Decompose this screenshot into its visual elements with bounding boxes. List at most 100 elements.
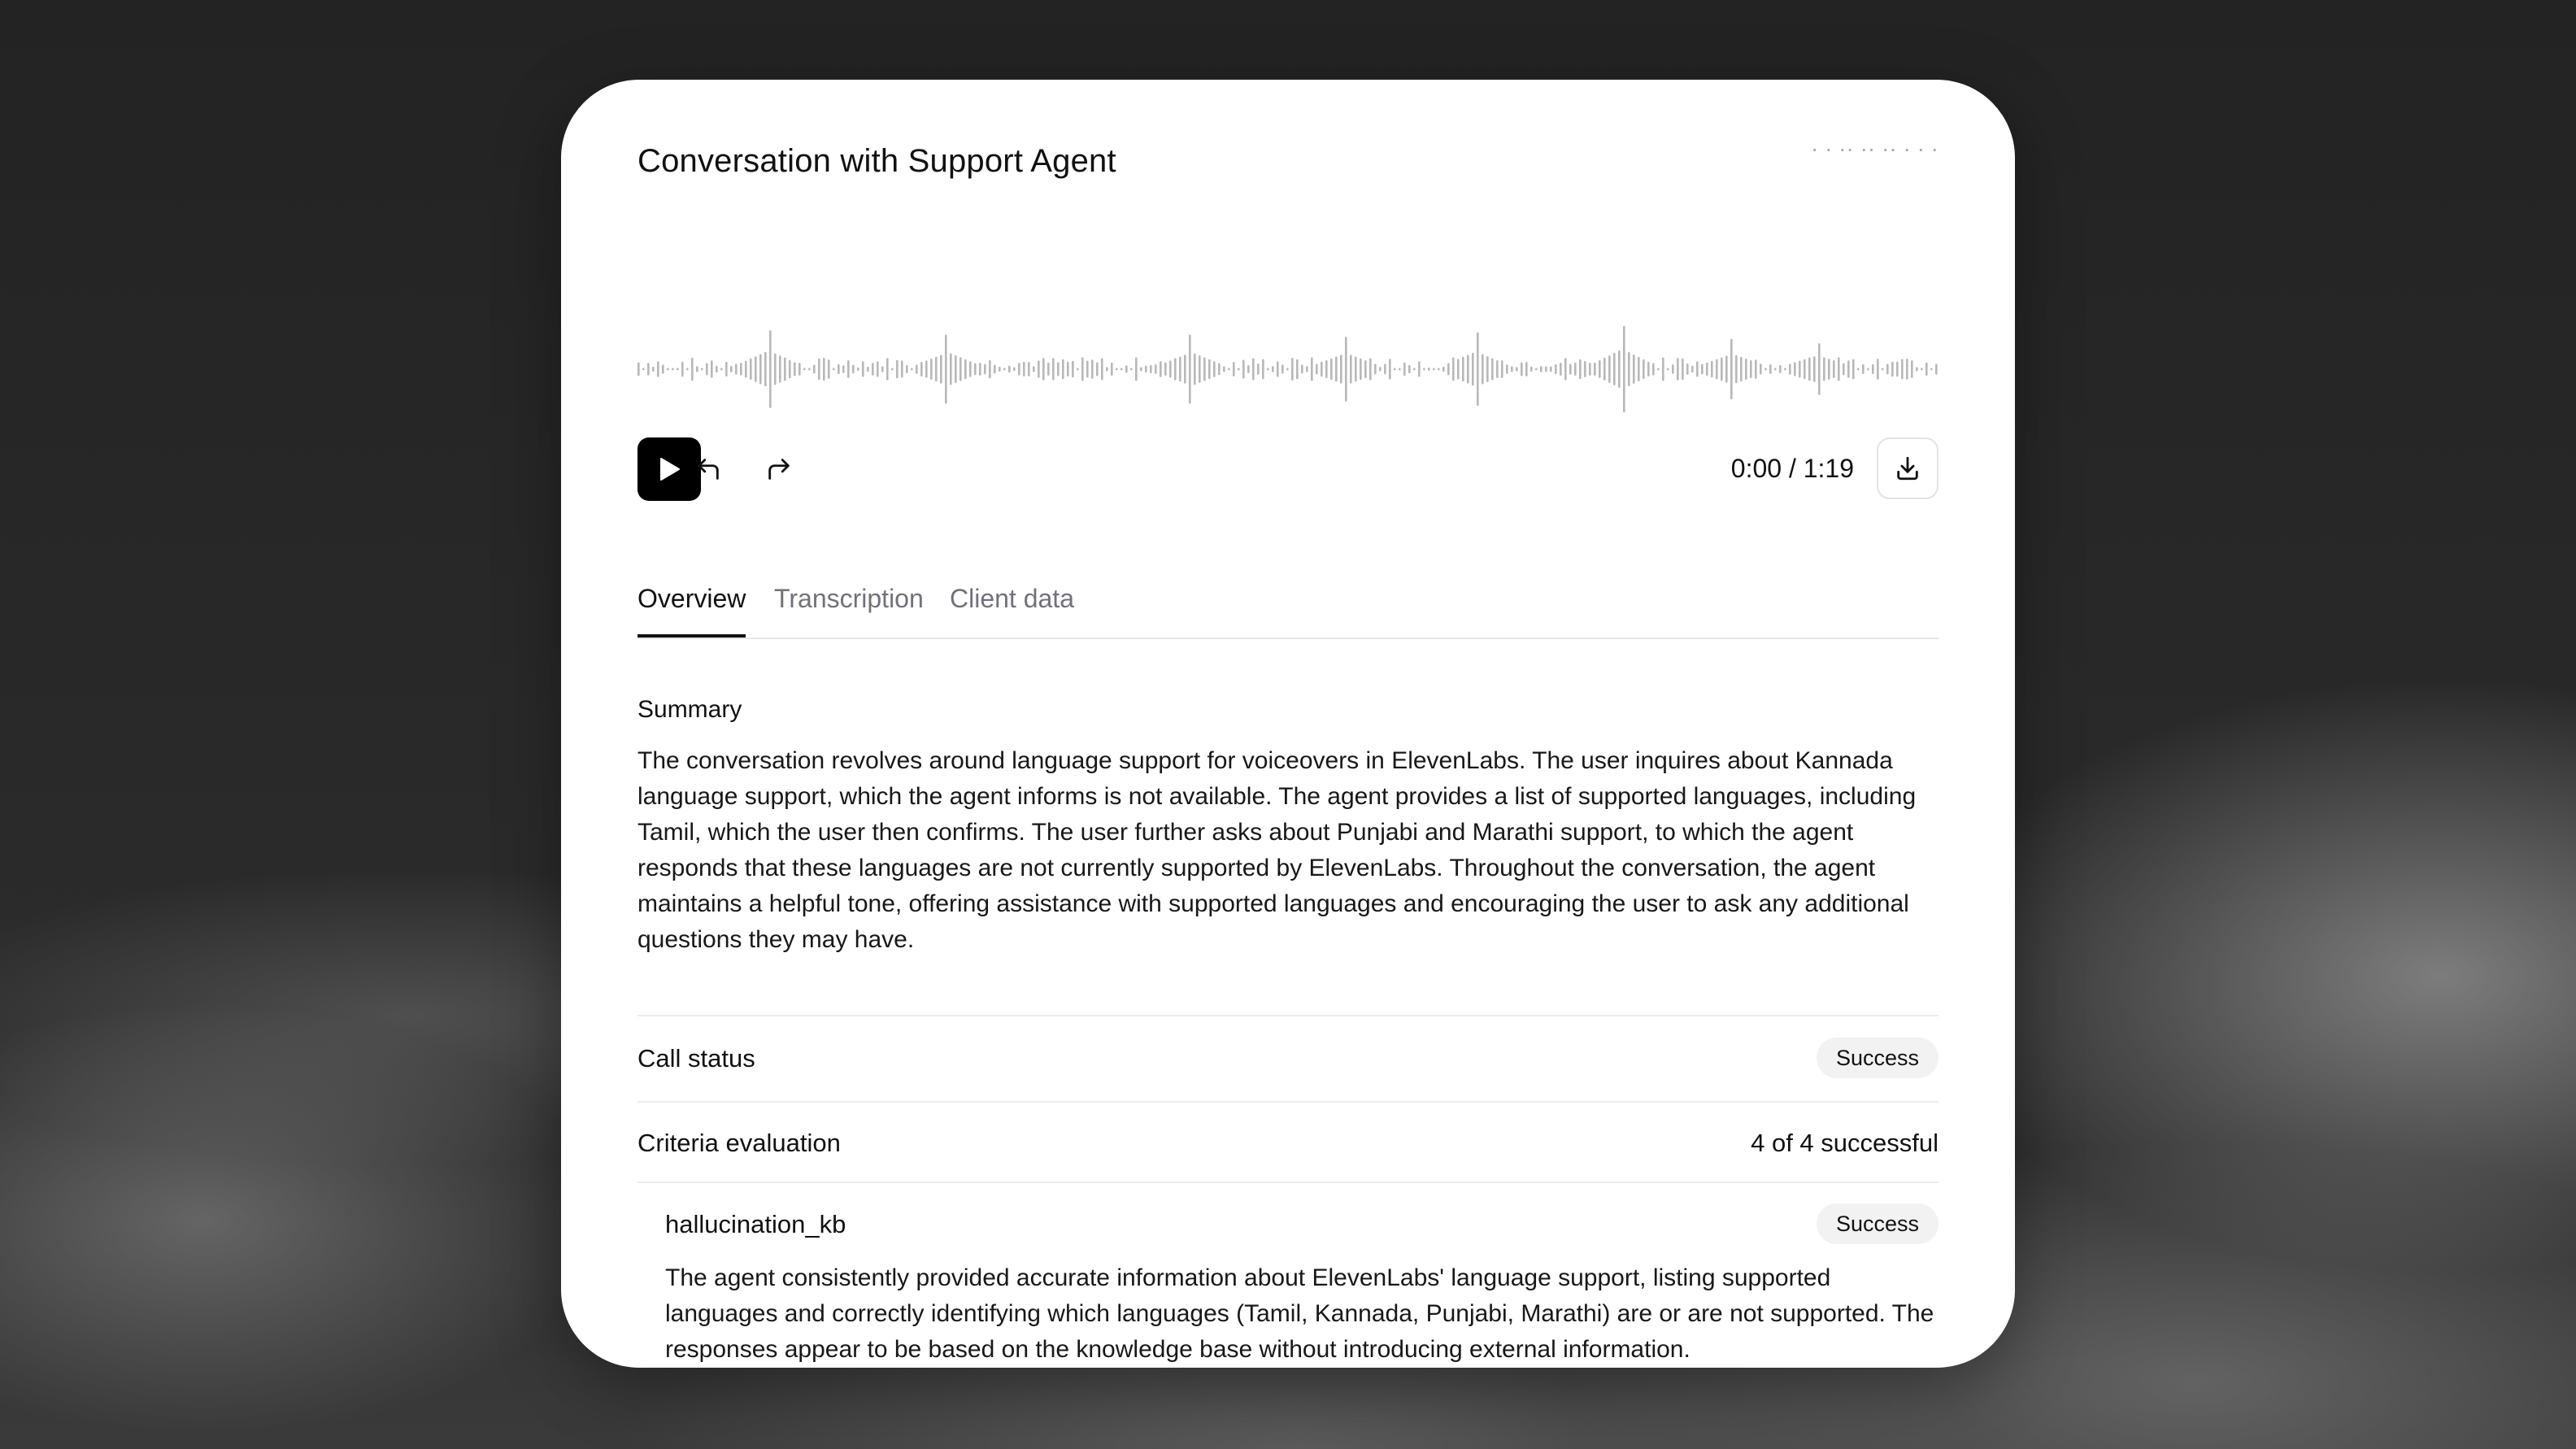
waveform-bar bbox=[833, 368, 835, 371]
waveform-bar bbox=[1340, 355, 1342, 384]
waveform-bar bbox=[1755, 359, 1757, 379]
waveform-bar bbox=[1506, 364, 1508, 374]
waveform-bar bbox=[1525, 362, 1528, 376]
waveform-bar bbox=[1501, 360, 1503, 378]
waveform-bar bbox=[1238, 368, 1240, 371]
waveform-bar bbox=[1447, 363, 1450, 376]
waveform-bar bbox=[955, 355, 957, 383]
waveform-bar bbox=[1350, 355, 1352, 384]
waveform-bar bbox=[1442, 366, 1445, 372]
audio-waveform[interactable] bbox=[637, 324, 1939, 415]
waveform-bar bbox=[1164, 362, 1167, 376]
waveform-bar bbox=[989, 359, 991, 379]
waveform-bar bbox=[750, 358, 752, 381]
waveform-bar bbox=[1843, 363, 1845, 376]
waveform-bar bbox=[1179, 356, 1181, 382]
waveform-bar bbox=[1886, 363, 1889, 375]
waveform-bar bbox=[1750, 360, 1752, 378]
waveform-bar bbox=[1618, 350, 1621, 388]
waveform-bar bbox=[940, 355, 942, 384]
waveform-bar bbox=[1930, 368, 1933, 371]
tab-bar: Overview Transcription Client data bbox=[637, 577, 1939, 639]
forward-button[interactable] bbox=[759, 449, 799, 490]
waveform-bar bbox=[1394, 368, 1396, 371]
waveform-bar bbox=[1677, 358, 1679, 381]
waveform-bar bbox=[1038, 360, 1040, 378]
waveform-bar bbox=[1233, 362, 1235, 376]
waveform-bar bbox=[691, 357, 694, 381]
download-button[interactable] bbox=[1877, 437, 1939, 499]
waveform-bar bbox=[740, 363, 742, 376]
criterion-status-badge: Success bbox=[1816, 1203, 1939, 1244]
waveform-bar bbox=[1603, 358, 1606, 381]
waveform-bar bbox=[1057, 362, 1060, 376]
player-controls: 0:00 / 1:19 bbox=[637, 437, 1939, 503]
waveform-bar bbox=[1257, 363, 1260, 375]
criterion-name: hallucination_kb bbox=[665, 1210, 846, 1238]
waveform-bar bbox=[1267, 368, 1269, 371]
waveform-bar bbox=[1760, 363, 1762, 375]
waveform-bar bbox=[1438, 368, 1440, 371]
forward-icon bbox=[768, 459, 790, 480]
waveform-bar bbox=[1852, 359, 1855, 380]
criteria-divider bbox=[637, 1181, 1939, 1185]
waveform-bar bbox=[1657, 368, 1660, 371]
waveform-bar bbox=[1150, 364, 1152, 374]
waveform-bar bbox=[1203, 357, 1206, 381]
rewind-button[interactable] bbox=[688, 449, 729, 490]
waveform-bar bbox=[1496, 360, 1499, 378]
waveform-bar bbox=[711, 360, 713, 378]
waveform-bar bbox=[891, 368, 894, 371]
waveform-bar bbox=[1189, 334, 1191, 404]
waveform-bar bbox=[1223, 366, 1225, 372]
waveform-bar bbox=[872, 363, 874, 376]
header-cutoff-text: · · ·· ·· ·· · · · bbox=[1810, 145, 1939, 159]
tab-client-data[interactable]: Client data bbox=[950, 584, 1074, 636]
waveform-bar bbox=[1808, 357, 1811, 381]
waveform-bar bbox=[1013, 367, 1016, 372]
waveform-bar bbox=[1306, 366, 1308, 372]
waveform-bar bbox=[813, 364, 816, 374]
waveform-bar bbox=[720, 368, 723, 371]
waveform-bar bbox=[1028, 362, 1030, 376]
download-icon bbox=[1897, 456, 1918, 481]
waveform-bar bbox=[1818, 343, 1821, 395]
waveform-bar bbox=[1457, 359, 1460, 380]
criteria-count: 4 of 4 successful bbox=[1751, 1129, 1939, 1157]
tab-overview[interactable]: Overview bbox=[637, 584, 746, 637]
waveform-bar bbox=[935, 356, 938, 382]
waveform-bar bbox=[1321, 361, 1323, 377]
waveform-bar bbox=[1638, 357, 1640, 381]
criteria-row[interactable]: Criteria evaluation 4 of 4 successful bbox=[637, 1101, 1939, 1182]
waveform-bar bbox=[1647, 362, 1650, 376]
waveform-bar bbox=[1155, 364, 1157, 374]
waveform-bar bbox=[1291, 358, 1294, 381]
waveform-bar bbox=[1745, 358, 1747, 381]
waveform-bar bbox=[1403, 362, 1406, 376]
waveform-bar bbox=[1042, 358, 1045, 381]
waveform-bar bbox=[920, 362, 923, 376]
waveform-bar bbox=[838, 363, 840, 375]
waveform-bar bbox=[1696, 361, 1699, 377]
waveform-bar bbox=[1769, 364, 1772, 374]
waveform-bar bbox=[906, 365, 908, 373]
waveform-bar bbox=[769, 330, 772, 408]
waveform-bar bbox=[1433, 368, 1435, 371]
waveform-bar bbox=[1667, 368, 1669, 371]
waveform-bar bbox=[823, 357, 825, 381]
waveform-bar bbox=[1716, 359, 1718, 380]
waveform-bar bbox=[1555, 363, 1557, 375]
criteria-label: Criteria evaluation bbox=[637, 1129, 841, 1157]
waveform-bar bbox=[1633, 355, 1635, 384]
waveform-bar bbox=[1130, 368, 1133, 371]
waveform-bar bbox=[901, 360, 903, 378]
waveform-bar bbox=[945, 334, 947, 404]
waveform-bar bbox=[1584, 361, 1586, 377]
waveform-bar bbox=[1462, 356, 1464, 382]
waveform-bar bbox=[735, 363, 738, 375]
tab-transcription[interactable]: Transcription bbox=[774, 584, 924, 636]
waveform-bar bbox=[1730, 338, 1733, 400]
waveform-bar bbox=[867, 366, 869, 372]
waveform-bar bbox=[950, 353, 952, 385]
waveform-bar bbox=[1296, 359, 1299, 380]
